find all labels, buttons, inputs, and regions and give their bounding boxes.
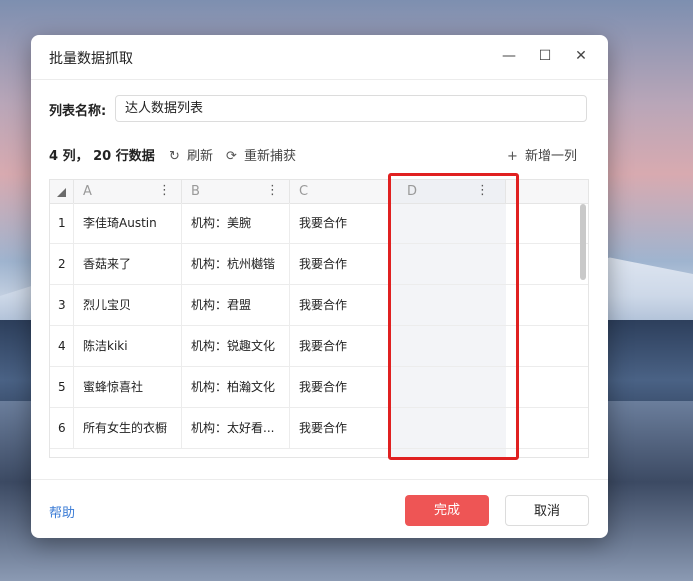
cell-a: 陈洁kiki	[74, 326, 182, 367]
cell-a: 烈儿宝贝	[74, 285, 182, 326]
row-number: 3	[50, 285, 74, 326]
recapture-icon: ⟳	[226, 149, 237, 164]
cell-a: 蜜蜂惊喜社	[74, 367, 182, 408]
dialog-title: 批量数据抓取	[49, 51, 133, 67]
table-row[interactable]: 5 蜜蜂惊喜社 机构：柏瀚文化 我要合作	[50, 367, 588, 408]
refresh-button[interactable]: ↻ 刷新	[169, 145, 213, 164]
list-name-label: 列表名称:	[49, 104, 107, 119]
column-menu-icon[interactable]: ⋮	[266, 183, 279, 198]
done-button[interactable]: 完成	[405, 495, 489, 526]
column-header-d[interactable]: D ⋮	[390, 180, 506, 203]
minimize-icon[interactable]: —	[499, 46, 519, 66]
footer-divider	[31, 479, 608, 480]
cell-c: 我要合作	[290, 244, 390, 285]
cell-c: 我要合作	[290, 408, 390, 449]
batch-capture-dialog: 批量数据抓取 — ☐ ✕ 列表名称: 达人数据列表 4 列， 20 行数据 ↻ 刷…	[31, 35, 608, 538]
table-row[interactable]: 6 所有女生的衣橱 机构：太好看... 我要合作	[50, 408, 588, 449]
list-name-input[interactable]: 达人数据列表	[115, 95, 587, 122]
column-menu-icon[interactable]: ⋮	[476, 183, 489, 198]
table-scrollbar[interactable]	[580, 204, 586, 280]
recapture-label: 重新捕获	[244, 149, 297, 164]
cell-b: 机构：锐趣文化	[182, 326, 290, 367]
refresh-label: 刷新	[187, 149, 214, 164]
cancel-button[interactable]: 取消	[505, 495, 589, 526]
cell-b: 机构：柏瀚文化	[182, 367, 290, 408]
select-all-corner[interactable]	[50, 180, 74, 203]
column-header-c[interactable]: C	[290, 180, 390, 203]
cell-b: 机构：君盟	[182, 285, 290, 326]
refresh-icon: ↻	[169, 149, 180, 164]
column-label: A	[83, 184, 92, 199]
column-menu-icon[interactable]: ⋮	[158, 183, 171, 198]
data-summary: 4 列， 20 行数据	[49, 149, 155, 164]
cell-c: 我要合作	[290, 367, 390, 408]
title-bar: 批量数据抓取 — ☐ ✕	[31, 35, 608, 80]
add-column-button[interactable]: + 新增一列	[507, 145, 577, 164]
add-column-label: 新增一列	[525, 149, 578, 164]
cell-c: 我要合作	[290, 285, 390, 326]
recapture-button[interactable]: ⟳ 重新捕获	[226, 145, 296, 164]
help-link[interactable]: 帮助	[49, 502, 75, 521]
plus-icon: +	[507, 149, 518, 164]
column-label: D	[407, 184, 418, 199]
row-number: 5	[50, 367, 74, 408]
column-label: B	[191, 184, 200, 199]
table-row[interactable]: 4 陈洁kiki 机构：锐趣文化 我要合作	[50, 326, 588, 367]
table-row[interactable]: 1 李佳琦Austin 机构：美腕 我要合作	[50, 203, 588, 244]
row-number: 4	[50, 326, 74, 367]
row-number: 6	[50, 408, 74, 449]
cell-b: 机构：太好看...	[182, 408, 290, 449]
maximize-icon[interactable]: ☐	[535, 46, 555, 66]
row-number: 1	[50, 203, 74, 244]
cell-a: 所有女生的衣橱	[74, 408, 182, 449]
close-icon[interactable]: ✕	[571, 46, 591, 66]
table-row[interactable]: 2 香菇来了 机构：杭州樾锴 我要合作	[50, 244, 588, 285]
column-header-b[interactable]: B ⋮	[182, 180, 290, 203]
cell-c: 我要合作	[290, 203, 390, 244]
cell-b: 机构：杭州樾锴	[182, 244, 290, 285]
corner-triangle-icon	[57, 188, 66, 197]
cell-a: 李佳琦Austin	[74, 203, 182, 244]
table-header: A ⋮ B ⋮ C D ⋮	[50, 180, 588, 204]
column-header-a[interactable]: A ⋮	[74, 180, 182, 203]
column-label: C	[299, 184, 309, 199]
data-table: A ⋮ B ⋮ C D ⋮ 1 李佳琦Austin 机构：美腕 我要合作 2 香…	[49, 179, 589, 458]
cell-a: 香菇来了	[74, 244, 182, 285]
cell-b: 机构：美腕	[182, 203, 290, 244]
row-number: 2	[50, 244, 74, 285]
cell-c: 我要合作	[290, 326, 390, 367]
table-row[interactable]: 3 烈儿宝贝 机构：君盟 我要合作	[50, 285, 588, 326]
